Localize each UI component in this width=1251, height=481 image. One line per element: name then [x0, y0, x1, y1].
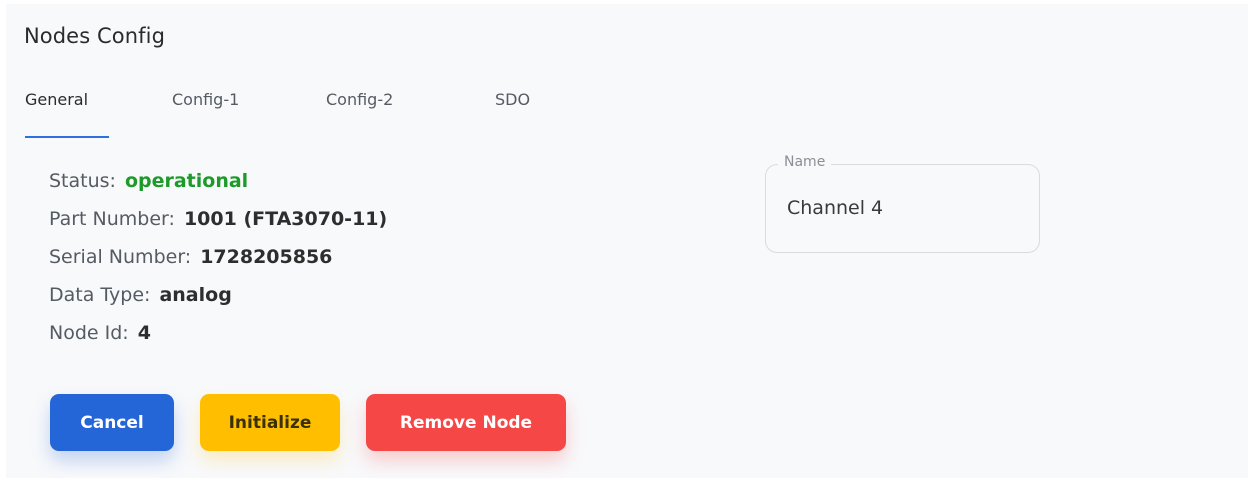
status-value: operational [124, 170, 249, 192]
node-id-row: Node Id: 4 [49, 322, 387, 360]
part-number-row: Part Number: 1001 (FTA3070-11) [49, 208, 387, 246]
name-field-label: Name [778, 154, 832, 170]
node-id-label: Node Id: [49, 322, 129, 344]
serial-number-label: Serial Number: [49, 246, 192, 268]
part-number-label: Part Number: [49, 208, 175, 230]
nodes-config-panel: Nodes Config General Config-1 Config-2 S… [6, 4, 1248, 478]
node-id-value: 4 [137, 322, 151, 344]
tab-config-1[interactable]: Config-1 [172, 90, 239, 109]
node-info: Status: operational Part Number: 1001 (FTA… [49, 170, 387, 360]
tab-bar: General Config-1 Config-2 SDO [6, 86, 706, 142]
tab-sdo[interactable]: SDO [495, 90, 530, 109]
part-number-value: 1001 (FTA3070-11) [183, 208, 388, 230]
data-type-label: Data Type: [49, 284, 151, 306]
name-input[interactable] [787, 197, 1017, 219]
active-tab-indicator [25, 136, 109, 138]
data-type-value: analog [159, 284, 232, 306]
serial-number-row: Serial Number: 1728205856 [49, 246, 387, 284]
initialize-button[interactable]: Initialize [200, 394, 340, 451]
status-label: Status: [49, 170, 116, 192]
tab-general[interactable]: General [25, 90, 88, 109]
page-title: Nodes Config [24, 24, 166, 48]
status-row: Status: operational [49, 170, 387, 208]
data-type-row: Data Type: analog [49, 284, 387, 322]
name-field[interactable]: Name [765, 154, 1040, 253]
cancel-button[interactable]: Cancel [50, 394, 174, 451]
tab-config-2[interactable]: Config-2 [326, 90, 393, 109]
remove-node-button[interactable]: Remove Node [366, 394, 566, 451]
serial-number-value: 1728205856 [200, 246, 333, 268]
